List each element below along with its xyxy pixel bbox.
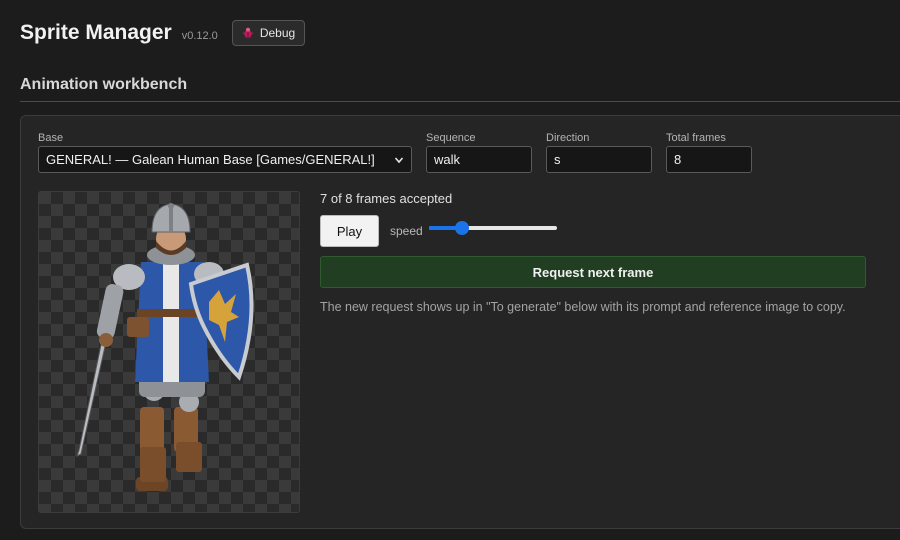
speed-slider-thumb[interactable] <box>455 221 470 235</box>
sequence-label: Sequence <box>426 132 476 144</box>
base-select[interactable]: GENERAL! — Galean Human Base [Games/GENE… <box>38 146 412 173</box>
speed-label: speed <box>390 224 423 238</box>
app-title: Sprite Manager <box>20 21 172 44</box>
total-frames-input[interactable]: 8 <box>666 146 752 173</box>
help-text: The new request shows up in "To generate… <box>320 300 846 314</box>
knight-sprite <box>76 203 254 491</box>
bug-icon <box>242 27 253 38</box>
play-button[interactable]: Play <box>320 215 379 247</box>
total-frames-field: Total frames 8 <box>666 132 752 173</box>
debug-button-label: Debug <box>259 26 296 40</box>
total-frames-label: Total frames <box>666 132 726 144</box>
direction-input[interactable]: s <box>546 146 652 173</box>
direction-label: Direction <box>546 132 590 144</box>
direction-field: Direction s <box>546 132 652 173</box>
speed-slider[interactable] <box>429 220 557 236</box>
sequence-field: Sequence walk <box>426 132 532 173</box>
chevron-down-icon <box>394 156 404 163</box>
workbench-card: Base GENERAL! — Galean Human Base [Games… <box>20 115 900 529</box>
app-header: Sprite Manager v0.12.0 Debug <box>20 18 306 48</box>
sprite-preview <box>38 191 300 513</box>
base-label: Base <box>38 132 64 144</box>
base-select-value: GENERAL! — Galean Human Base [Games/GENE… <box>46 152 375 167</box>
section-divider <box>20 101 900 102</box>
base-field: Base GENERAL! — Galean Human Base [Games… <box>38 132 412 173</box>
app-version: v0.12.0 <box>181 29 218 42</box>
debug-button[interactable]: Debug <box>231 20 306 46</box>
request-next-frame-button[interactable]: Request next frame <box>320 256 866 288</box>
sequence-input[interactable]: walk <box>426 146 532 173</box>
frames-status: 7 of 8 frames accepted <box>320 191 453 206</box>
section-title: Animation workbench <box>20 76 188 93</box>
